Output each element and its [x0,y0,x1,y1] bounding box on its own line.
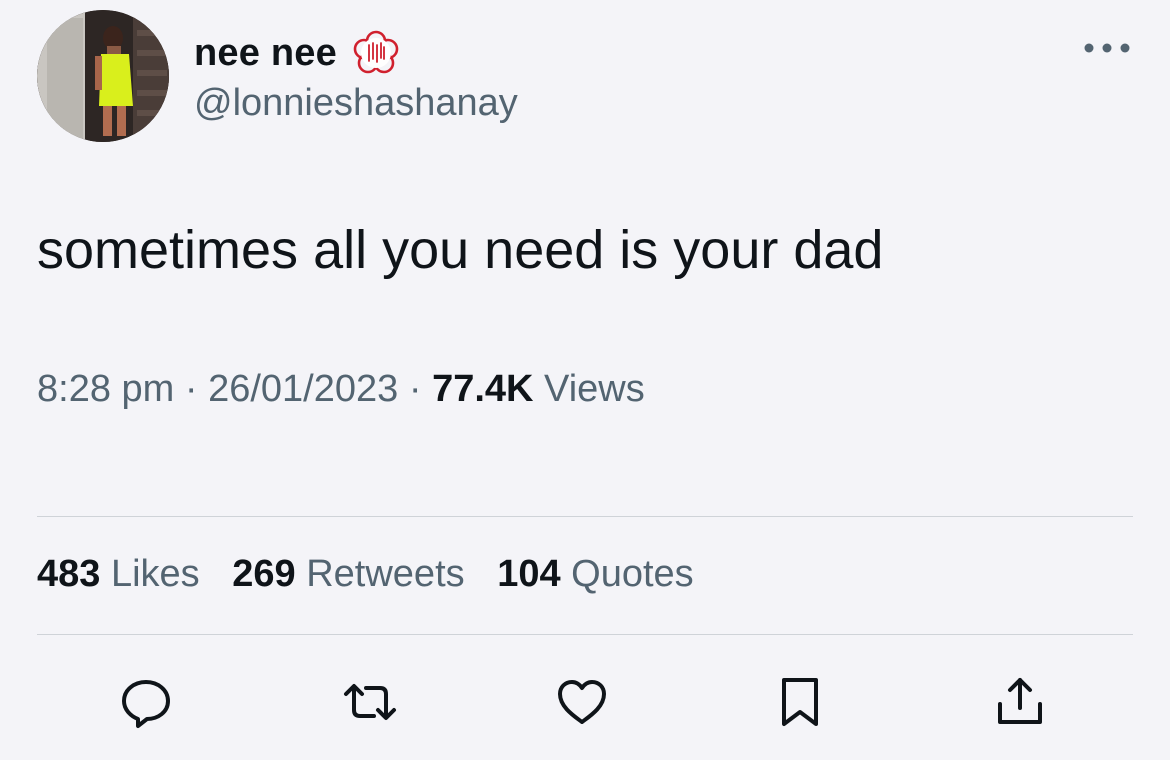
tweet-meta: 8:28 pm · 26/01/2023 · 77.4K Views [37,368,645,411]
divider [37,516,1133,517]
action-bar [0,660,1170,740]
bookmark-button[interactable] [770,672,830,732]
heart-icon [558,680,606,724]
tweet-date[interactable]: 26/01/2023 [208,368,398,410]
divider [37,634,1133,635]
user-handle[interactable]: @lonnieshashanay [194,82,518,125]
views-label: Views [544,368,645,410]
reply-icon [122,680,170,728]
share-icon [998,678,1042,724]
quotes-count: 104 [497,553,561,595]
views-count: 77.4K [432,368,534,410]
likes-label: Likes [110,553,200,595]
retweets-label: Retweets [306,553,465,595]
meta-separator: · [184,368,198,410]
avatar[interactable] [37,10,169,142]
retweets-count: 269 [232,553,296,595]
quotes-stat[interactable]: 104 Quotes [497,553,694,595]
retweets-stat[interactable]: 269 Retweets [232,553,464,595]
meta-separator: · [408,368,422,410]
like-button[interactable] [552,672,612,732]
bookmark-icon [782,678,818,726]
tweet-detail: nee nee @lonnieshashanay sometimes all y… [0,0,1170,760]
likes-count: 483 [37,553,101,595]
display-name[interactable]: nee nee [194,32,337,75]
reply-button[interactable] [116,672,176,732]
share-button[interactable] [990,672,1050,732]
author-name-row: nee nee [194,30,401,76]
retweet-button[interactable] [340,672,400,732]
tweet-text: sometimes all you need is your dad [37,220,884,280]
retweet-icon [344,684,396,720]
likes-stat[interactable]: 483 Likes [37,553,200,595]
tweet-time[interactable]: 8:28 pm [37,368,174,410]
red-stamp-badge-icon [353,30,399,74]
engagement-stats: 483 Likes 269 Retweets 104 Quotes [37,553,716,596]
more-options-button[interactable] [1082,30,1132,66]
profile-photo [37,10,169,142]
more-dots-icon [1084,43,1130,53]
quotes-label: Quotes [571,553,694,595]
